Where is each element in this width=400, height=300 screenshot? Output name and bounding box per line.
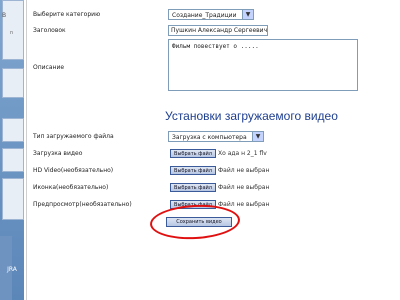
title-input[interactable]: Пушкин Александр Сергеевич <box>168 25 268 36</box>
upload-video-button[interactable]: Выбрать файл <box>170 149 216 158</box>
video-settings-title: Установки загружаемого видео <box>165 109 338 123</box>
preview-status: Файл не выбран <box>218 201 270 208</box>
chevron-down-icon[interactable]: ▼ <box>242 10 253 19</box>
title-label: Заголовок <box>33 27 66 34</box>
description-textarea[interactable]: Фильм повествует о ..... <box>168 39 358 91</box>
icon-label: Иконка(необязательно) <box>33 184 109 191</box>
upload-video-status: Хо ада н 2_1 flv <box>218 150 267 157</box>
category-select-value: Создание_Традиции <box>172 12 237 19</box>
sidebar-divider <box>24 0 27 300</box>
icon-status: Файл не выбран <box>218 184 270 191</box>
hd-video-status: Файл не выбран <box>218 167 270 174</box>
category-select[interactable]: Создание_Традиции ▼ <box>168 9 254 20</box>
icon-button[interactable]: Выбрать файл <box>170 183 216 192</box>
sidebar-bottom-text: JRA <box>7 266 17 273</box>
sidebar-panel-item-3[interactable] <box>2 178 24 220</box>
sidebar-mark: B <box>2 12 7 19</box>
hd-video-label: HD Video(необязательно) <box>33 167 114 174</box>
upload-video-label: Загрузка видео <box>33 150 83 157</box>
sidebar-panel-item-2[interactable] <box>2 148 24 172</box>
description-label: Описание <box>33 64 65 71</box>
category-label: Выберите категорию <box>33 11 101 18</box>
sidebar-panel-mid[interactable] <box>2 68 24 98</box>
sidebar-panel-item-1[interactable] <box>2 118 24 142</box>
hd-video-button[interactable]: Выбрать файл <box>170 166 216 175</box>
preview-label: Предпросмотр(необязательно) <box>33 201 132 208</box>
save-video-button[interactable]: Сохранить видео <box>166 217 232 227</box>
left-sidebar: B n JRA <box>0 0 24 300</box>
sidebar-mark-small: n <box>10 30 14 36</box>
file-type-select[interactable]: Загрузка с компьютера ▼ <box>168 131 264 142</box>
chevron-down-icon[interactable]: ▼ <box>252 132 263 141</box>
file-type-select-value: Загрузка с компьютера <box>172 134 247 141</box>
file-type-label: Тип загружаемого файла <box>33 133 114 140</box>
